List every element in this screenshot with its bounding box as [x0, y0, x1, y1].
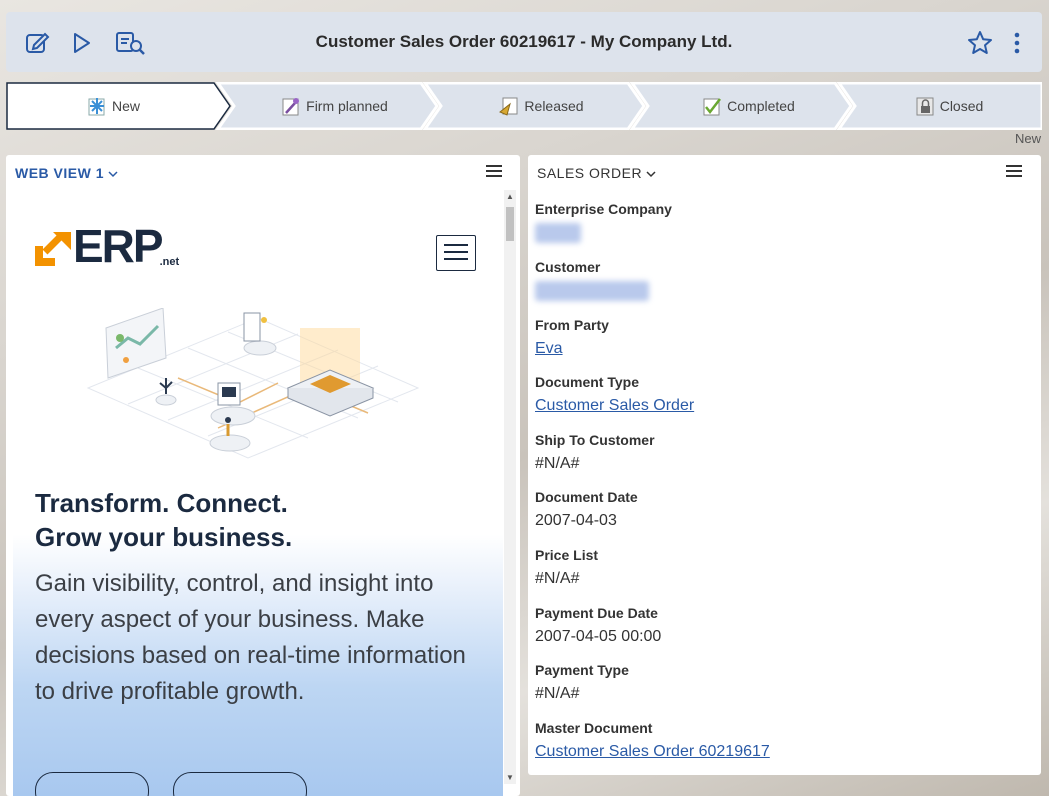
blurred-value: [535, 281, 649, 301]
from-party-link[interactable]: Eva: [535, 340, 563, 358]
field-from-party: From Party Eva: [535, 317, 609, 358]
field-customer: Customer: [535, 259, 649, 301]
hero-button-secondary[interactable]: [173, 772, 307, 796]
scroll-thumb[interactable]: [506, 207, 514, 241]
released-icon: [498, 95, 520, 117]
hero-button-primary[interactable]: [35, 772, 149, 796]
scroll-down-arrow-icon[interactable]: ▼: [505, 773, 515, 782]
star-icon[interactable]: [967, 30, 993, 56]
lock-icon: [914, 95, 936, 117]
web-menu-button[interactable]: [436, 235, 476, 271]
workflow-stepper: New Firm planned Released Completed Clos…: [6, 82, 1042, 130]
chevron-down-icon: [646, 165, 657, 181]
web-content: ERP .net Transform. Connect. Grow your b…: [13, 188, 503, 796]
field-document-date: Document Date 2007-04-03: [535, 489, 638, 529]
field-payment-due-date: Payment Due Date 2007-04-05 00:00: [535, 605, 662, 645]
scroll-up-arrow-icon[interactable]: ▲: [505, 192, 515, 201]
field-enterprise-company: Enterprise Company: [535, 201, 672, 243]
step-released[interactable]: Released: [441, 82, 641, 130]
field-ship-to-customer: Ship To Customer #N/A#: [535, 432, 655, 472]
step-closed[interactable]: Closed: [855, 82, 1042, 130]
hero-subtext: Gain visibility, control, and insight in…: [35, 570, 466, 705]
chevron-down-icon: [108, 165, 118, 181]
more-vertical-icon[interactable]: [1009, 30, 1025, 56]
field-document-type: Document Type Customer Sales Order: [535, 374, 695, 415]
web-view-panel: WEB VIEW 1 ERP .net Transform. Connect. …: [6, 155, 520, 796]
hero-headline: Transform. Connect. Grow your business.: [35, 488, 293, 552]
master-document-link[interactable]: Customer Sales Order 60219617: [535, 743, 770, 761]
logo-arrows-icon: [35, 232, 71, 266]
completed-icon: [701, 95, 723, 117]
page-title: Customer Sales Order 60219617 - My Compa…: [315, 32, 733, 51]
isometric-illustration: [86, 308, 420, 459]
sales-order-panel: SALES ORDER Enterprise Company Customer …: [528, 155, 1041, 775]
panel-menu-icon[interactable]: [486, 165, 502, 179]
step-completed[interactable]: Completed: [648, 82, 848, 130]
web-scrollbar[interactable]: ▲ ▼: [504, 190, 516, 784]
new-state-icon: [86, 95, 108, 117]
step-new[interactable]: New: [6, 82, 220, 130]
field-master-document: Master Document Customer Sales Order 602…: [535, 720, 770, 761]
status-label: New: [1014, 131, 1041, 146]
web-view-header[interactable]: WEB VIEW 1: [15, 165, 118, 181]
sales-order-header[interactable]: SALES ORDER: [537, 165, 657, 181]
blurred-value: [535, 223, 581, 243]
step-firm-planned[interactable]: Firm planned: [234, 82, 434, 130]
erp-logo[interactable]: ERP .net: [35, 223, 179, 269]
panel-menu-icon[interactable]: [1006, 165, 1022, 179]
field-payment-type: Payment Type #N/A#: [535, 662, 629, 702]
firm-planned-icon: [280, 95, 302, 117]
top-toolbar: Customer Sales Order 60219617 - My Compa…: [6, 12, 1042, 72]
field-price-list: Price List #N/A#: [535, 547, 599, 587]
document-type-link[interactable]: Customer Sales Order: [535, 397, 694, 415]
